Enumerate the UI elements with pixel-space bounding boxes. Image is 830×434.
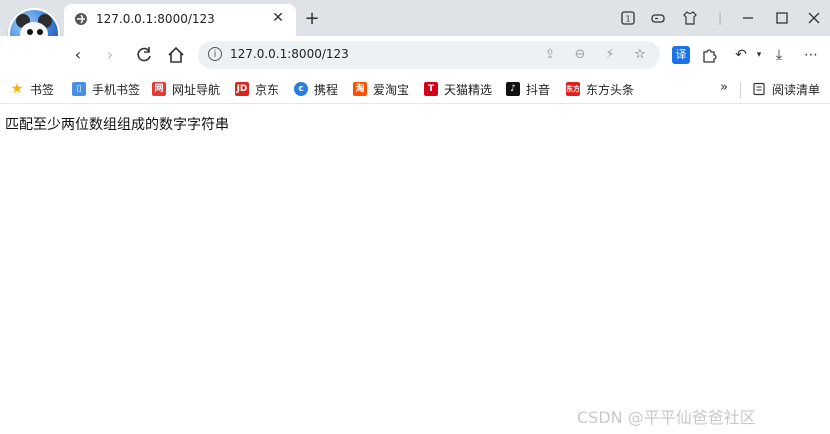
reading-list-icon (753, 82, 765, 96)
more-menu-icon[interactable]: ⋯ (802, 46, 820, 64)
taobao-icon: 淘 (353, 82, 367, 96)
avatar-eye (27, 29, 33, 35)
chevron-down-icon[interactable]: ▾ (750, 46, 768, 64)
avatar-eye (37, 29, 43, 35)
site-info-icon[interactable]: i (208, 47, 222, 61)
game-icon[interactable] (650, 10, 666, 26)
bookmark-label: 书签 (30, 82, 55, 97)
zoom-icon[interactable]: ⊖ (572, 47, 588, 63)
tmall-icon: T (424, 82, 438, 96)
douyin-icon: ♪ (506, 82, 520, 96)
tab-counter-icon[interactable]: 1 (620, 10, 636, 26)
address-url[interactable]: 127.0.0.1:8000/123 (230, 47, 349, 61)
window-close-icon[interactable] (806, 10, 822, 26)
tab-title: 127.0.0.1:8000/123 (96, 12, 215, 26)
bookmark-item[interactable]: ★ 书签 (10, 80, 54, 98)
bookmark-item[interactable]: 网 网址导航 (152, 80, 220, 98)
divider-icon: | (717, 11, 723, 25)
minimize-icon[interactable] (740, 10, 756, 26)
shirt-icon[interactable] (682, 10, 698, 26)
star-icon: ★ (10, 81, 24, 97)
bookmark-label: 京东 (255, 82, 280, 97)
jd-icon: JD (235, 82, 249, 96)
ctrip-icon: c (294, 82, 308, 96)
bookmark-label: 东方头条 (586, 82, 635, 97)
bookmark-item[interactable]: ♪ 抖音 (506, 80, 550, 98)
dftt-icon: 东方 (566, 82, 580, 96)
bookmark-label: 爱淘宝 (373, 82, 410, 97)
bookmark-label: 天猫精选 (444, 82, 493, 97)
bookmark-item[interactable]: T 天猫精选 (424, 80, 492, 98)
bookmarks-bar: ★ 书签 ▯ 手机书签 网 网址导航 JD 京东 c 携程 淘 爱淘宝 T 天猫… (0, 74, 830, 104)
undo-icon[interactable]: ↶ (732, 46, 750, 64)
bookmark-item[interactable]: c 携程 (294, 80, 338, 98)
svg-text:1: 1 (625, 15, 630, 24)
address-bar[interactable]: i 127.0.0.1:8000/123 ⇪ ⊖ ⚡ ☆ (198, 41, 660, 69)
tab-active[interactable]: 127.0.0.1:8000/123 ✕ (64, 4, 296, 36)
bookmarks-overflow-icon[interactable]: » (720, 80, 728, 95)
bolt-icon[interactable]: ⚡ (602, 47, 618, 63)
bookmark-item[interactable]: 东方 东方头条 (566, 80, 634, 98)
bookmark-label: 网址导航 (172, 82, 221, 97)
navigation-toolbar: ‹ › i 127.0.0.1:8000/123 ⇪ ⊖ ⚡ ☆ 译 ↶ ▾ ⤓… (0, 36, 830, 74)
bookmark-item[interactable]: ▯ 手机书签 (72, 80, 140, 98)
phone-icon: ▯ (72, 82, 86, 96)
maximize-icon[interactable] (774, 10, 790, 26)
bookmarks-divider (740, 82, 741, 98)
bookmark-item[interactable]: JD 京东 (235, 80, 279, 98)
csdn-watermark: CSDN @平平仙爸爸社区 (577, 408, 756, 427)
extensions-icon[interactable] (700, 46, 718, 64)
reading-list-button[interactable]: 阅读清单 (752, 80, 820, 98)
download-icon[interactable]: ⤓ (770, 46, 788, 64)
close-tab-icon[interactable]: ✕ (270, 10, 286, 26)
page-content-text: 匹配至少两位数组组成的数字字符串 (5, 117, 229, 133)
browser-chrome: 127.0.0.1:8000/123 ✕ + 1 | ‹ › i 127.0.0… (0, 0, 830, 104)
translate-icon[interactable]: 译 (672, 46, 690, 64)
bookmark-label: 抖音 (526, 82, 551, 97)
nav-site-icon: 网 (152, 82, 166, 96)
back-icon[interactable]: ‹ (68, 45, 88, 65)
bookmark-label: 手机书签 (92, 82, 141, 97)
favorite-star-icon[interactable]: ☆ (632, 47, 648, 63)
bookmark-item[interactable]: 淘 爱淘宝 (353, 80, 409, 98)
forward-icon[interactable]: › (100, 45, 120, 65)
new-tab-button[interactable]: + (302, 9, 322, 29)
reading-list-label: 阅读清单 (772, 82, 821, 97)
home-icon[interactable] (166, 45, 186, 65)
share-icon[interactable]: ⇪ (542, 47, 558, 63)
reload-icon[interactable] (134, 45, 154, 65)
browser-logo-icon (75, 13, 87, 25)
window-controls: 1 | (600, 0, 830, 36)
bookmark-label: 携程 (314, 82, 339, 97)
